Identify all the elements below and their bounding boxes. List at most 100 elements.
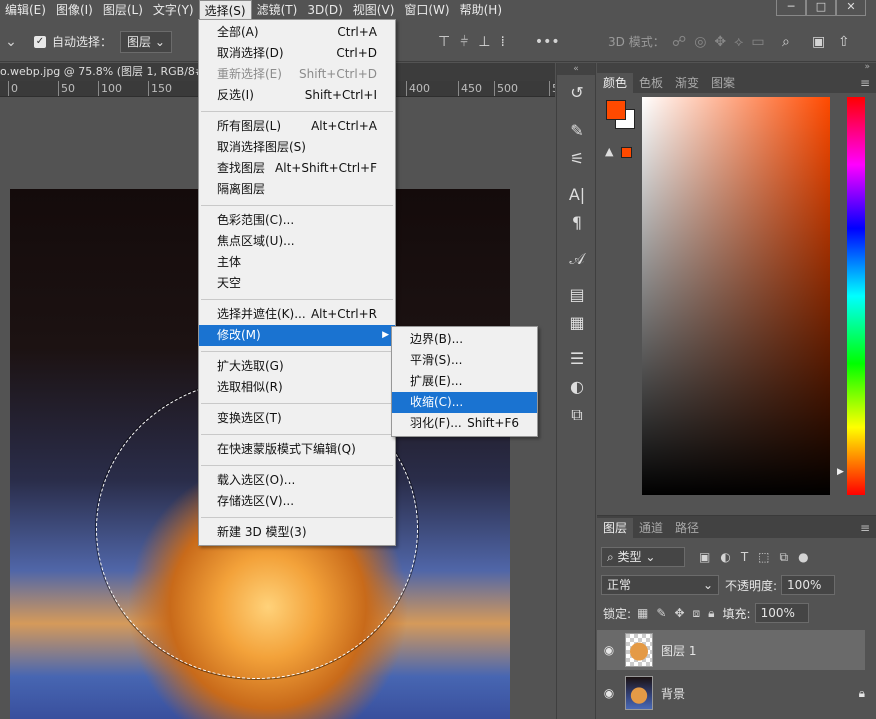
menu-item[interactable]: 收缩(C)... bbox=[392, 392, 537, 413]
brush-settings-icon[interactable]: ✎ bbox=[557, 117, 597, 145]
search-icon[interactable]: ⌕ bbox=[782, 34, 790, 50]
clone-source-icon[interactable]: ⚟ bbox=[557, 145, 597, 173]
menu-0[interactable]: 编辑(E) bbox=[0, 0, 51, 20]
visibility-eye-icon[interactable]: ◉ bbox=[597, 686, 621, 700]
3d-roll-icon[interactable]: ◎ bbox=[694, 34, 706, 50]
menu-item[interactable]: 主体 bbox=[199, 252, 395, 273]
filter-adjustment-icon[interactable]: ◐ bbox=[720, 550, 730, 564]
3d-scale-icon[interactable]: ▭ bbox=[751, 34, 764, 50]
gamut-warning-icon[interactable]: ▲ bbox=[605, 145, 613, 158]
properties-icon[interactable]: ▦ bbox=[557, 309, 597, 337]
character-icon[interactable]: A| bbox=[557, 181, 597, 209]
maximize-button[interactable]: □ bbox=[806, 0, 836, 16]
distribute-icon[interactable]: ⁞ bbox=[500, 34, 504, 50]
hue-slider[interactable] bbox=[847, 97, 865, 495]
libraries-icon[interactable]: ▤ bbox=[557, 281, 597, 309]
menu-5[interactable]: 滤镜(T) bbox=[252, 0, 303, 20]
gamut-swatch[interactable] bbox=[621, 147, 632, 158]
3d-orbit-icon[interactable]: ☍ bbox=[672, 34, 686, 50]
lock-position-icon[interactable]: ✥ bbox=[674, 606, 684, 620]
chevron-down-icon[interactable]: ⌄ bbox=[0, 34, 22, 50]
menu-item[interactable]: 平滑(S)... bbox=[392, 350, 537, 371]
layer-filter-select[interactable]: ⌕ 类型 ⌄ bbox=[601, 547, 685, 567]
glyphs-icon[interactable]: 𝒜 bbox=[557, 245, 597, 273]
lock-transparency-icon[interactable]: ▦ bbox=[637, 606, 648, 620]
hue-slider-handle[interactable]: ▶ bbox=[837, 467, 844, 477]
menu-item[interactable]: 变换选区(T) bbox=[199, 408, 395, 429]
menu-item[interactable]: 色彩范围(C)... bbox=[199, 210, 395, 231]
tab-paths[interactable]: 路径 bbox=[669, 518, 705, 538]
menu-item[interactable]: 在快速蒙版模式下编辑(Q) bbox=[199, 439, 395, 460]
paragraph-icon[interactable]: ¶ bbox=[557, 209, 597, 237]
layers-menu-icon[interactable]: ≡ bbox=[860, 518, 876, 538]
autoselect-target-select[interactable]: 图层 ⌄ bbox=[120, 30, 173, 53]
menu-item[interactable]: 取消选择图层(S) bbox=[199, 137, 395, 158]
menu-item[interactable]: 重新选择(E) Shift+Ctrl+D bbox=[199, 64, 395, 85]
menu-item[interactable]: 修改(M) ▶ bbox=[199, 325, 395, 346]
panel-menu-icon[interactable]: ≡ bbox=[860, 73, 876, 93]
filter-shape-icon[interactable]: ⬚ bbox=[758, 550, 769, 564]
menu-6[interactable]: 3D(D) bbox=[302, 0, 347, 20]
tab-channels[interactable]: 通道 bbox=[633, 518, 669, 538]
blend-mode-select[interactable]: 正常 ⌄ bbox=[601, 575, 719, 595]
workspace-icon[interactable]: ▣ bbox=[812, 34, 825, 50]
menu-item[interactable]: 羽化(F)... Shift+F6 bbox=[392, 413, 537, 434]
3d-pan-icon[interactable]: ✥ bbox=[714, 34, 726, 50]
menu-9[interactable]: 帮助(H) bbox=[455, 0, 507, 20]
tab-swatches[interactable]: 色板 bbox=[633, 73, 669, 93]
lock-artboard-icon[interactable]: ⧈ bbox=[693, 606, 701, 621]
menu-4[interactable]: 选择(S) bbox=[198, 0, 252, 20]
menu-item[interactable]: 边界(B)... bbox=[392, 329, 537, 350]
expand-icon[interactable]: » bbox=[597, 63, 876, 72]
tab-color[interactable]: 颜色 bbox=[597, 73, 634, 93]
menu-1[interactable]: 图像(I) bbox=[51, 0, 98, 20]
tab-layers[interactable]: 图层 bbox=[597, 518, 634, 538]
menu-item[interactable]: 选择并遮住(K)... Alt+Ctrl+R bbox=[199, 304, 395, 325]
tab-patterns[interactable]: 图案 bbox=[705, 73, 741, 93]
align-bottom-icon[interactable]: ⊥ bbox=[478, 34, 490, 50]
layer-row[interactable]: ◉ 背景 🔒︎ bbox=[597, 673, 865, 713]
actions-icon[interactable]: ⧉ bbox=[557, 401, 597, 429]
adjustments-icon[interactable]: ☰ bbox=[557, 345, 597, 373]
align-vcenter-icon[interactable]: ⫩ bbox=[460, 34, 468, 50]
filter-pixel-icon[interactable]: ▣ bbox=[699, 550, 710, 564]
more-options-icon[interactable]: ••• bbox=[535, 34, 560, 50]
minimize-button[interactable]: ─ bbox=[776, 0, 806, 16]
layer-row[interactable]: ◉ 图层 1 bbox=[597, 630, 865, 670]
menu-item[interactable]: 取消选择(D) Ctrl+D bbox=[199, 43, 395, 64]
align-top-icon[interactable]: ⊤ bbox=[438, 34, 450, 50]
menu-item[interactable]: 选取相似(R) bbox=[199, 377, 395, 398]
menu-item[interactable]: 存储选区(V)... bbox=[199, 491, 395, 512]
menu-7[interactable]: 视图(V) bbox=[348, 0, 400, 20]
share-icon[interactable]: ⇧ bbox=[838, 34, 850, 50]
menu-item[interactable]: 所有图层(L) Alt+Ctrl+A bbox=[199, 116, 395, 137]
collapse-icon[interactable]: « bbox=[557, 63, 595, 75]
autoselect-checkbox[interactable]: ✓ bbox=[34, 35, 46, 48]
menu-item[interactable]: 查找图层 Alt+Shift+Ctrl+F bbox=[199, 158, 395, 179]
visibility-eye-icon[interactable]: ◉ bbox=[597, 643, 621, 657]
menu-item[interactable]: 天空 bbox=[199, 273, 395, 294]
menu-item[interactable]: 扩展(E)... bbox=[392, 371, 537, 392]
3d-slide-icon[interactable]: ⟡ bbox=[734, 34, 743, 50]
filter-smart-object-icon[interactable]: ⧉ bbox=[780, 550, 789, 565]
close-button[interactable]: ✕ bbox=[836, 0, 866, 16]
menu-item[interactable]: 新建 3D 模型(3) bbox=[199, 522, 395, 543]
menu-item[interactable]: 焦点区域(U)... bbox=[199, 231, 395, 252]
menu-item[interactable]: 全部(A) Ctrl+A bbox=[199, 22, 395, 43]
tab-gradients[interactable]: 渐变 bbox=[669, 73, 705, 93]
lock-pixels-icon[interactable]: ✎ bbox=[656, 606, 666, 620]
menu-8[interactable]: 窗口(W) bbox=[399, 0, 454, 20]
filter-type-icon[interactable]: T bbox=[741, 550, 748, 564]
menu-3[interactable]: 文字(Y) bbox=[148, 0, 199, 20]
saturation-value-field[interactable] bbox=[642, 97, 830, 495]
history-icon[interactable]: ↺ bbox=[557, 79, 597, 107]
fill-input[interactable]: 100% ⌄ bbox=[754, 603, 809, 638]
menu-item[interactable]: 反选(I) Shift+Ctrl+I bbox=[199, 85, 395, 106]
filter-toggle-icon[interactable]: ● bbox=[798, 550, 808, 564]
menu-2[interactable]: 图层(L) bbox=[98, 0, 148, 20]
menu-item[interactable]: 载入选区(O)... bbox=[199, 470, 395, 491]
menu-item[interactable]: 扩大选取(G) bbox=[199, 356, 395, 377]
foreground-color-swatch[interactable] bbox=[606, 100, 626, 120]
lock-all-icon[interactable]: 🔒︎ bbox=[708, 606, 714, 621]
opacity-input[interactable]: 100% ⌄ bbox=[781, 575, 836, 610]
